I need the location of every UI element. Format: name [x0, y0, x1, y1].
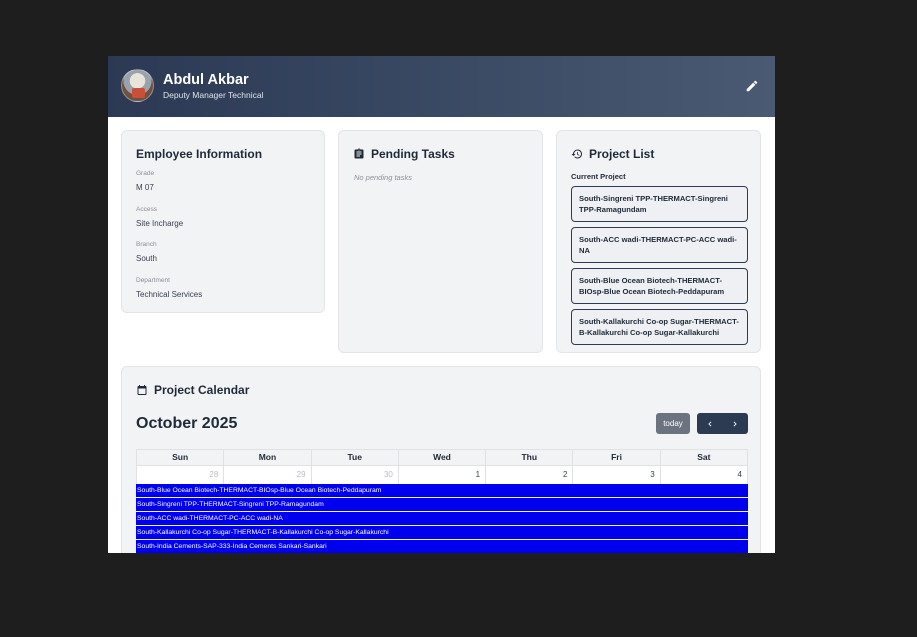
project-list: South-Singreni TPP-THERMACT-Singreni TPP…	[571, 186, 748, 350]
pending-tasks-card: Pending Tasks No pending tasks	[338, 130, 543, 353]
branch-value: South	[136, 254, 157, 263]
weekday-header: Sun Mon Tue Wed Thu Fri Sat	[136, 449, 748, 466]
project-item[interactable]: South-Blue Ocean Biotech-THERMACT-BIOsp-…	[571, 268, 748, 304]
project-calendar-label: Project Calendar	[154, 383, 250, 397]
weekday-sun: Sun	[137, 450, 225, 465]
day-cell[interactable]: 30	[312, 466, 399, 484]
user-name: Abdul Akbar	[163, 72, 249, 88]
calendar-event[interactable]: South-Singreni TPP-THERMACT-Singreni TPP…	[136, 498, 748, 511]
weekday-tue: Tue	[312, 450, 399, 465]
project-item[interactable]: South-ACC wadi-THERMACT-PC-ACC wadi-NA	[571, 227, 748, 263]
weekday-wed: Wed	[399, 450, 487, 465]
day-cell[interactable]: 1	[399, 466, 487, 484]
day-cell[interactable]: 28	[137, 466, 225, 484]
no-tasks-text: No pending tasks	[354, 173, 412, 182]
calendar-month-title: October 2025	[136, 415, 238, 432]
weekday-fri: Fri	[573, 450, 661, 465]
history-icon	[571, 149, 582, 159]
clipboard-icon	[354, 148, 364, 159]
chevron-left-icon	[708, 421, 712, 426]
week-row: 28 29 30 1 2 3 4	[136, 466, 748, 484]
current-project-label: Current Project	[571, 172, 626, 181]
employee-info-card: Employee Information Grade M 07 Access S…	[121, 130, 325, 313]
avatar	[121, 69, 154, 102]
project-list-title: Project List	[571, 147, 654, 161]
project-list-label: Project List	[589, 147, 655, 161]
calendar-event[interactable]: South-ACC wadi-THERMACT-PC-ACC wadi-NA	[136, 512, 748, 525]
project-calendar-title: Project Calendar	[136, 383, 249, 397]
project-list-card: Project List Current Project South-Singr…	[556, 130, 761, 353]
department-label: Department	[136, 277, 170, 284]
weekday-sat: Sat	[697, 452, 711, 462]
day-cell[interactable]: 29	[224, 466, 312, 484]
weekday-thu: Thu	[486, 450, 574, 465]
calendar-icon	[137, 385, 147, 395]
weekday-mon: Mon	[224, 450, 312, 465]
project-item[interactable]: South-Kallakurchi Co-op Sugar-THERMACT-B…	[571, 309, 748, 345]
pencil-icon[interactable]	[745, 79, 759, 93]
grade-label: Grade	[136, 170, 155, 177]
day-cell[interactable]: 3	[573, 466, 661, 484]
profile-app: Abdul Akbar Deputy Manager Technical Emp…	[108, 56, 775, 553]
day-cell[interactable]: 2	[486, 466, 574, 484]
access-label: Access	[136, 206, 157, 213]
pending-tasks-title: Pending Tasks	[353, 147, 455, 161]
next-month-button[interactable]	[722, 413, 748, 434]
user-role: Deputy Manager Technical	[163, 90, 264, 100]
department-value: Technical Services	[136, 290, 203, 299]
today-button[interactable]: today	[656, 413, 690, 434]
calendar-event[interactable]: South-Kallakurchi Co-op Sugar-THERMACT-B…	[136, 526, 748, 539]
calendar-event[interactable]: South-India Cements-SAP-333-India Cement…	[136, 540, 748, 553]
employee-info-title: Employee Information	[136, 147, 263, 161]
pending-tasks-label: Pending Tasks	[371, 147, 455, 161]
branch-label: Branch	[136, 241, 157, 248]
access-value: Site Incharge	[136, 219, 184, 228]
calendar-event[interactable]: South-Blue Ocean Biotech-THERMACT-BIOsp-…	[136, 484, 748, 497]
day-cell[interactable]: 4	[661, 466, 747, 484]
chevron-right-icon	[733, 421, 737, 426]
project-calendar-card: Project Calendar October 2025 today Sun …	[121, 366, 761, 553]
calendar-grid: Sun Mon Tue Wed Thu Fri Sat 28 29 30 1 2…	[136, 449, 748, 553]
profile-header: Abdul Akbar Deputy Manager Technical	[108, 56, 775, 117]
project-item[interactable]: South-Singreni TPP-THERMACT-Singreni TPP…	[571, 186, 748, 222]
prev-month-button[interactable]	[697, 413, 723, 434]
grade-value: M 07	[136, 183, 154, 192]
